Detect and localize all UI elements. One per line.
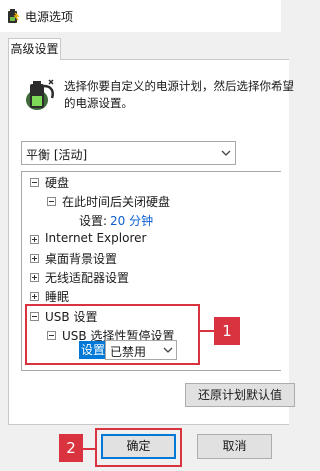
restore-defaults-button[interactable]: 还原计划默认值 <box>185 383 295 407</box>
collapse-icon[interactable] <box>30 178 39 187</box>
power-plan-selected-value: 平衡 [活动] <box>26 148 88 162</box>
annotation-highlight-usb <box>25 304 200 365</box>
annotation-connector <box>200 330 214 332</box>
tree-item-turn-off-disk[interactable]: 在此时间后关闭硬盘 <box>62 193 170 210</box>
collapse-icon[interactable] <box>47 197 56 206</box>
annotation-connector <box>83 448 95 450</box>
tab-advanced-settings[interactable]: 高级设置 <box>8 38 61 60</box>
expand-icon[interactable] <box>30 254 39 263</box>
expand-icon[interactable] <box>30 235 39 244</box>
tree-item-internet-explorer[interactable]: Internet Explorer <box>45 231 146 245</box>
chevron-down-icon[interactable] <box>221 148 231 158</box>
cancel-button[interactable]: 取消 <box>197 434 272 459</box>
expand-icon[interactable] <box>30 292 39 301</box>
battery-power-icon <box>26 79 54 110</box>
disk-setting-value[interactable]: 20 分钟 <box>110 212 153 229</box>
tree-item-desktop-background[interactable]: 桌面背景设置 <box>45 250 117 267</box>
tree-item-hard-disk[interactable]: 硬盘 <box>45 174 69 191</box>
disk-setting-label: 设置: <box>79 214 108 228</box>
annotation-badge-2: 2 <box>59 434 83 462</box>
annotation-highlight-ok <box>95 428 182 467</box>
tree-item-wireless-adapter[interactable]: 无线适配器设置 <box>45 269 129 286</box>
expand-icon[interactable] <box>30 273 39 282</box>
tree-item-sleep[interactable]: 睡眠 <box>45 288 69 305</box>
description-text: 选择你要自定义的电源计划，然后选择你希望 <box>64 79 294 93</box>
annotation-badge-1: 1 <box>214 317 240 345</box>
description-text-continued: 的电源设置。 <box>64 96 133 110</box>
window-title: 电源选项 <box>25 10 74 24</box>
power-options-app-icon <box>8 9 20 23</box>
